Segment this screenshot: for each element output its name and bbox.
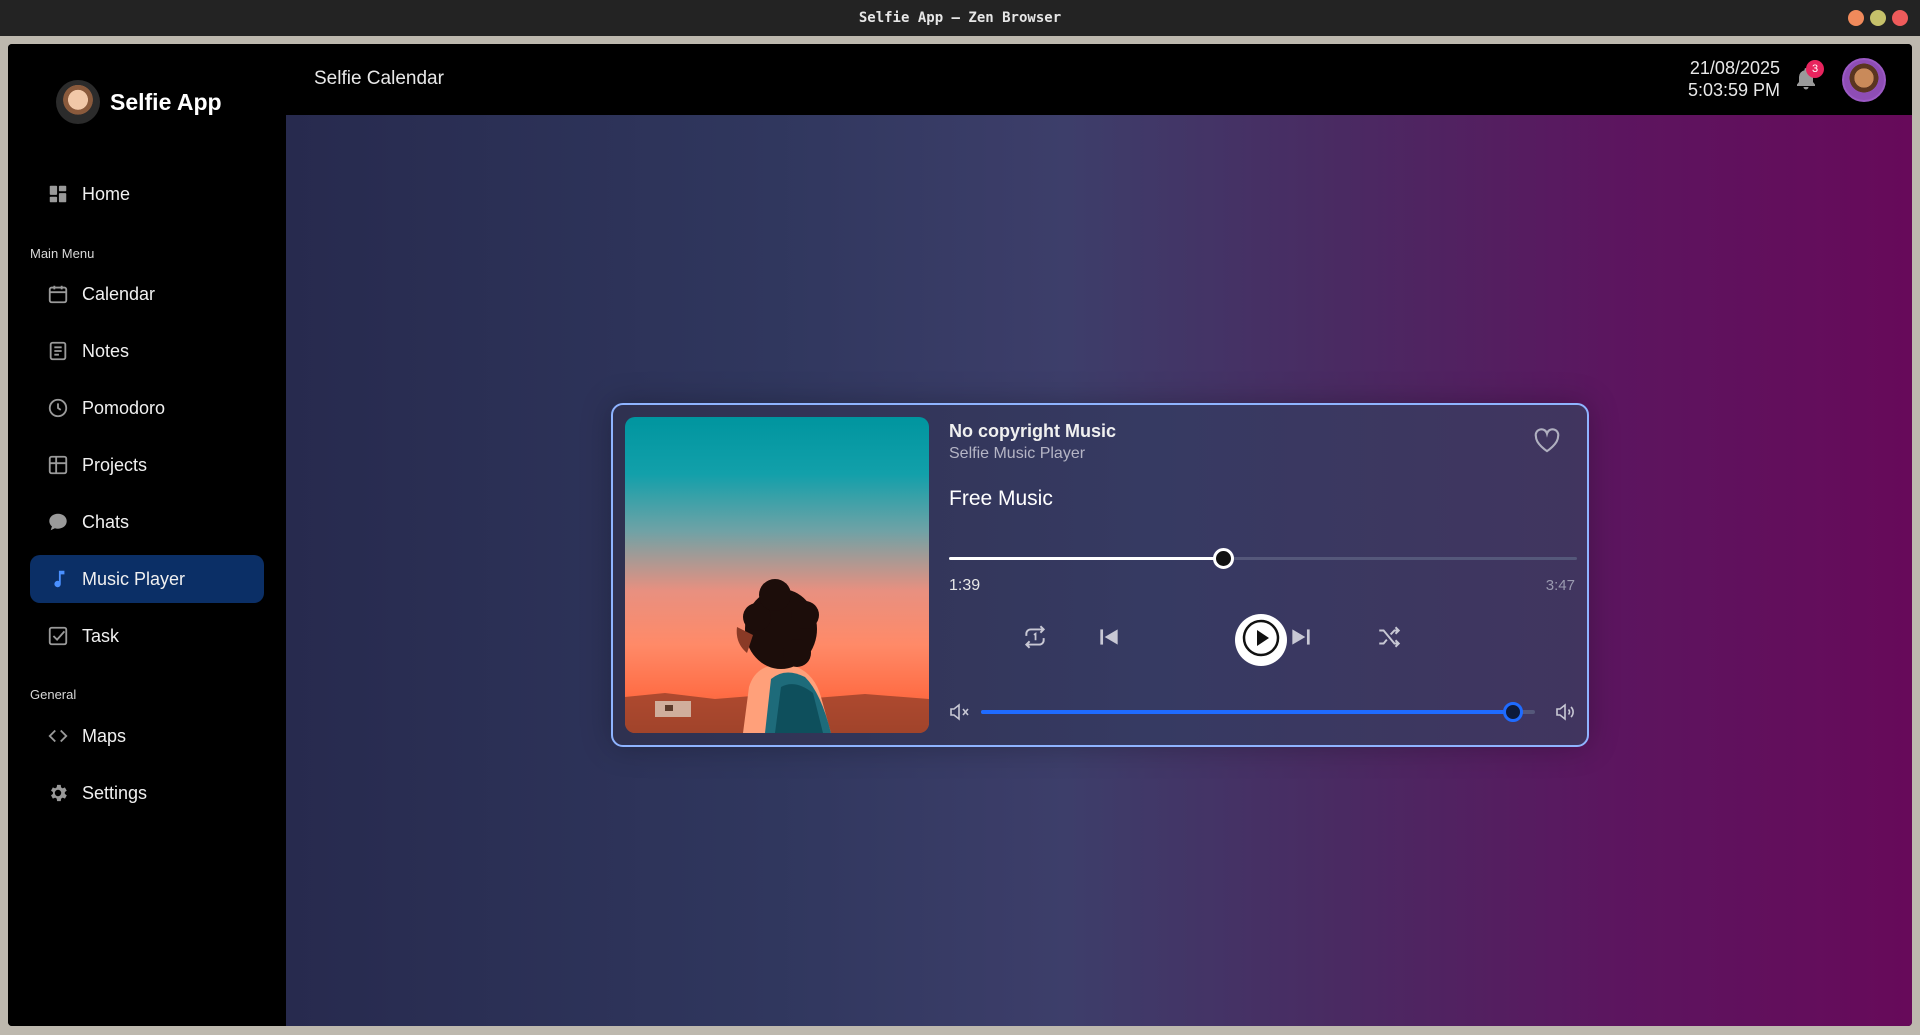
music-player-card: No copyright Music Selfie Music Player F…: [611, 403, 1589, 747]
volume-row: [949, 701, 1577, 723]
sidebar-item-label: Pomodoro: [82, 397, 166, 418]
favorite-button[interactable]: [1533, 427, 1561, 453]
album-art: [625, 417, 929, 733]
current-time-label: 1:39: [949, 577, 981, 594]
shuffle-icon: [1376, 624, 1402, 655]
general-label: General: [30, 687, 77, 702]
sidebar-item-maps[interactable]: Maps: [30, 712, 264, 760]
sidebar-item-label: Music Player: [82, 568, 186, 589]
sidebar-item-label: Home: [82, 183, 131, 204]
sidebar-item-label: Projects: [82, 454, 148, 475]
previous-track-button[interactable]: [1095, 625, 1123, 653]
page-title: Selfie Calendar: [314, 68, 444, 89]
top-header: Selfie Calendar 21/08/2025 5:03:59 PM 3: [286, 44, 1912, 115]
sidebar-item-label: Maps: [82, 725, 127, 746]
main-menu-label: Main Menu: [30, 246, 95, 261]
repeat-button[interactable]: [1021, 624, 1049, 655]
sidebar-item-label: Notes: [82, 340, 130, 361]
sidebar-item-projects[interactable]: Projects: [30, 441, 264, 489]
current-date: 21/08/2025: [1689, 58, 1780, 78]
sidebar-item-pomodoro[interactable]: Pomodoro: [30, 384, 264, 432]
close-button[interactable]: [1892, 10, 1908, 26]
bell-icon: [1794, 68, 1818, 96]
brand-logo: [56, 80, 100, 124]
track-subtitle: Selfie Music Player: [949, 445, 1086, 462]
play-icon: [1241, 618, 1281, 663]
maximize-button[interactable]: [1870, 10, 1886, 26]
chat-bubble-icon: [46, 510, 70, 534]
sidebar-item-calendar[interactable]: Calendar: [30, 270, 264, 318]
window-controls: [1848, 10, 1908, 26]
sidebar-item-home[interactable]: Home: [30, 170, 264, 218]
minimize-button[interactable]: [1848, 10, 1864, 26]
heart-icon: [1533, 428, 1561, 457]
volume-fill: [981, 710, 1513, 714]
volume-thumb[interactable]: [1502, 702, 1523, 722]
user-avatar[interactable]: [1842, 58, 1886, 102]
next-track-button[interactable]: [1287, 625, 1315, 653]
current-time: 5:03:59 PM: [1687, 80, 1780, 100]
brand-name: Selfie App: [110, 88, 222, 115]
play-button[interactable]: [1235, 614, 1287, 666]
gear-icon: [46, 781, 70, 805]
sidebar-item-chats[interactable]: Chats: [30, 498, 264, 546]
table-icon: [46, 453, 70, 477]
clock-icon: [46, 396, 70, 420]
track-album: Free Music: [949, 487, 1053, 510]
music-note-icon: [46, 567, 70, 591]
notification-badge: 3: [1806, 60, 1824, 78]
sidebar-item-label: Calendar: [82, 283, 156, 304]
volume-mute-icon: [949, 703, 971, 725]
shuffle-button[interactable]: [1375, 625, 1403, 653]
os-title-bar: Selfie App — Zen Browser: [0, 0, 1920, 36]
notifications-button[interactable]: 3: [1794, 60, 1824, 96]
volume-high-icon: [1555, 703, 1577, 725]
progress-thumb[interactable]: [1212, 548, 1234, 569]
sidebar: Selfie App Home Main Menu Calendar Notes: [8, 44, 286, 1026]
volume-slider[interactable]: [981, 702, 1535, 722]
progress-slider[interactable]: [949, 548, 1577, 569]
skip-forward-icon: [1288, 624, 1314, 655]
browser-window: Selfie App Home Main Menu Calendar Notes: [8, 44, 1912, 1026]
sidebar-item-label: Settings: [82, 782, 148, 803]
calendar-icon: [46, 282, 70, 306]
checkbox-icon: [46, 624, 70, 648]
code-brackets-icon: [46, 724, 70, 748]
brand[interactable]: Selfie App: [56, 80, 222, 124]
track-title: No copyright Music: [949, 421, 1117, 441]
total-time-label: 3:47: [1545, 577, 1575, 594]
skip-back-icon: [1096, 624, 1122, 655]
playback-controls: [949, 611, 1577, 667]
repeat-icon: [1022, 624, 1048, 655]
sidebar-item-label: Task: [82, 625, 120, 646]
volume-up-button[interactable]: [1555, 703, 1577, 721]
sidebar-item-music-player[interactable]: Music Player: [30, 555, 264, 603]
dashboard-icon: [46, 182, 70, 206]
notes-icon: [46, 339, 70, 363]
mute-button[interactable]: [949, 703, 971, 721]
sidebar-item-notes[interactable]: Notes: [30, 327, 264, 375]
sidebar-item-label: Chats: [82, 511, 130, 532]
main-content: No copyright Music Selfie Music Player F…: [286, 115, 1912, 1026]
sidebar-item-settings[interactable]: Settings: [30, 769, 264, 817]
progress-fill: [949, 557, 1223, 560]
date-time: 21/08/2025 5:03:59 PM: [1688, 57, 1780, 101]
window-title: Selfie App — Zen Browser: [858, 10, 1062, 26]
sidebar-item-task[interactable]: Task: [30, 612, 264, 660]
